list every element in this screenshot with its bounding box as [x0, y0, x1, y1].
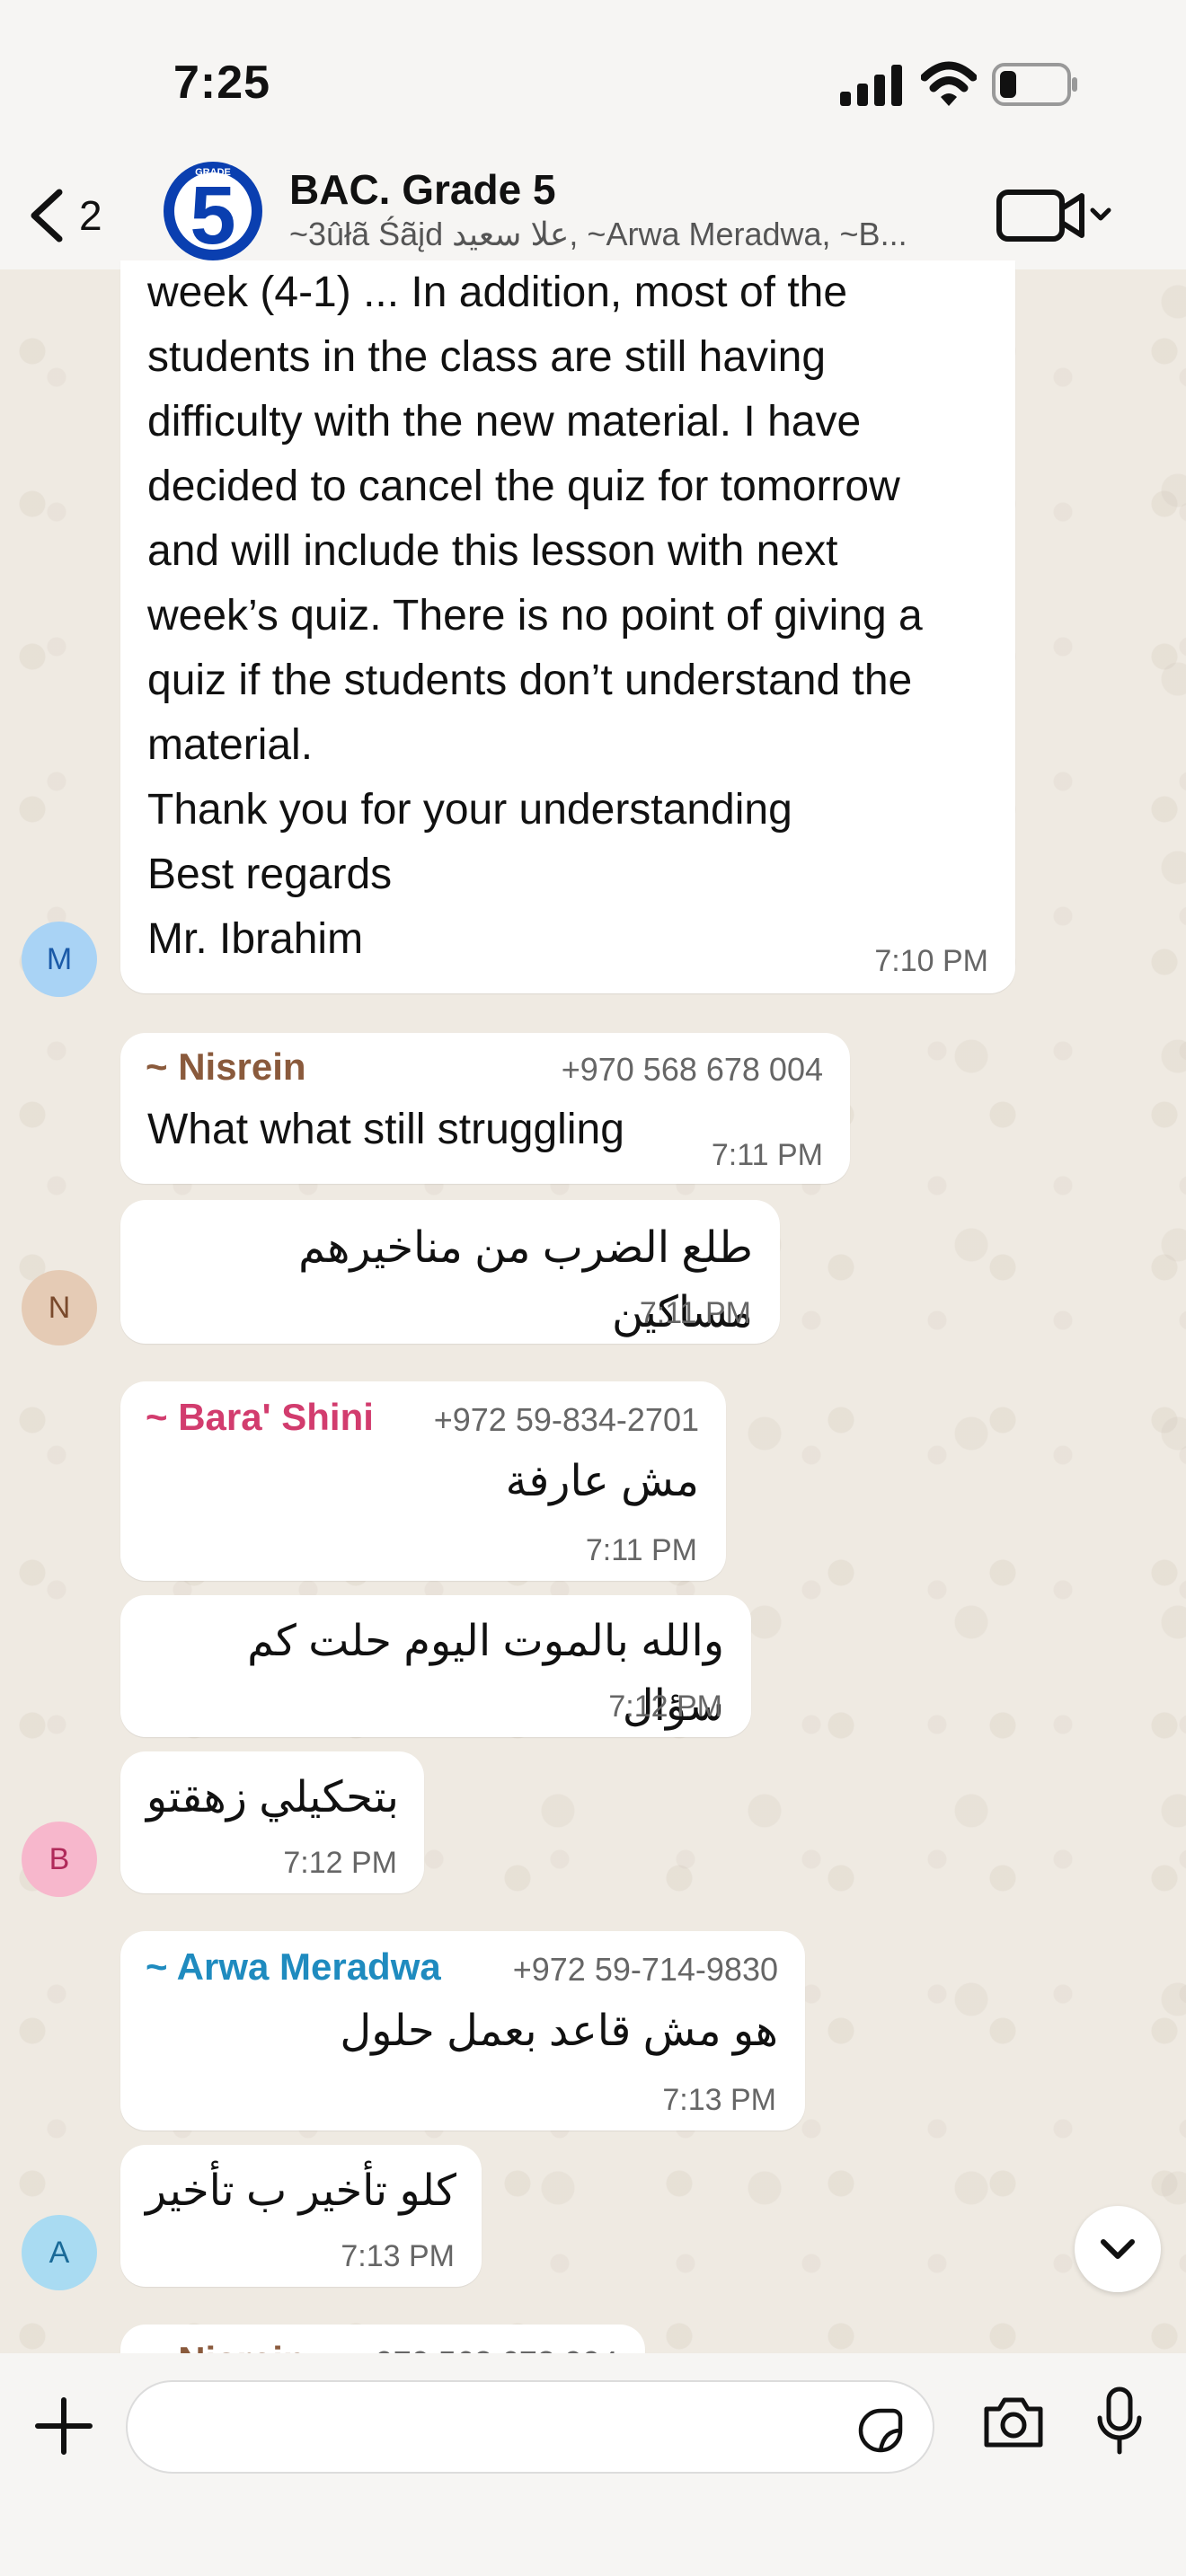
group-avatar[interactable]: 5 GRADE [164, 162, 262, 260]
cellular-signal-icon [840, 65, 902, 106]
unread-count: 2 [79, 192, 102, 239]
message-time: 7:13 PM [341, 2239, 455, 2273]
plus-icon[interactable] [32, 2395, 95, 2457]
message-text: مش عارفة [505, 1458, 699, 1505]
message-text: بتحكيلي زهقتو [146, 1774, 399, 1822]
avatar[interactable]: B [22, 1822, 97, 1897]
sender-name[interactable]: ~ Nisrein [146, 1045, 306, 1089]
status-time: 7:25 [173, 57, 271, 109]
message-time: 7:11 PM [585, 1533, 697, 1567]
message-text: كلو تأخير ب تأخير [146, 2167, 456, 2215]
chevron-down-icon [1090, 207, 1111, 221]
sticker-icon[interactable] [854, 2404, 907, 2457]
message-text: هو مش قاعد بعمل حلول [340, 2007, 778, 2055]
sender-phone: +972 59-834-2701 [433, 1401, 699, 1438]
chat-header: 2 5 GRADE BAC. Grade 5 ~3ûłã Śãįd علا سع… [0, 162, 1186, 269]
message-time: 7:11 PM [639, 1296, 751, 1330]
avatar[interactable]: M [22, 922, 97, 997]
sender-phone: +970 568 678 004 [561, 1051, 823, 1088]
message-time: 7:10 PM [874, 944, 988, 978]
message-bubble[interactable]: week (4-1) ... In addition, most of the … [120, 260, 1015, 993]
avatar-number: 5 [190, 170, 236, 260]
group-participants[interactable]: ~3ûłã Śãįd علا سعيد, ~Arwa Meradwa, ~B..… [289, 216, 936, 253]
microphone-icon[interactable] [1093, 2386, 1146, 2457]
message-text: What what still struggling [147, 1106, 624, 1153]
message-bubble[interactable]: ~ Arwa Meradwa +972 59-714-9830 هو مش قا… [120, 1931, 805, 2130]
message-bubble[interactable]: بتحكيلي زهقتو 7:12 PM [120, 1751, 424, 1893]
avatar[interactable]: A [22, 2215, 97, 2290]
message-composer [0, 2353, 1186, 2576]
sender-phone: +972 59-714-9830 [512, 1951, 778, 1988]
status-bar: 7:25 [0, 0, 1186, 162]
message-text: week (4-1) ... In addition, most of the … [147, 269, 923, 963]
message-time: 7:12 PM [283, 1846, 397, 1880]
back-button[interactable]: 2 [27, 180, 126, 251]
avatar[interactable]: N [22, 1270, 97, 1345]
message-input[interactable] [126, 2380, 934, 2474]
sender-name[interactable]: ~ Arwa Meradwa [146, 1945, 441, 1989]
chevron-down-icon [1101, 2239, 1135, 2259]
scroll-to-bottom-button[interactable] [1075, 2206, 1161, 2292]
message-bubble[interactable]: ~ Nisrein +970 568 678 004 What what sti… [120, 1033, 850, 1184]
sender-name[interactable]: ~ Bara' Shini [146, 1396, 374, 1439]
message-time: 7:12 PM [608, 1689, 722, 1724]
message-bubble[interactable]: طلع الضرب من مناخيرهم مساكين 7:11 PM [120, 1200, 780, 1344]
video-camera-icon [996, 190, 1084, 242]
group-title[interactable]: BAC. Grade 5 [289, 165, 556, 214]
message-bubble[interactable]: والله بالموت اليوم حلت كم سؤال 7:12 PM [120, 1595, 751, 1737]
message-bubble[interactable]: ~ Bara' Shini +972 59-834-2701 مش عارفة … [120, 1381, 726, 1581]
message-time: 7:13 PM [662, 2083, 776, 2117]
video-call-button[interactable] [996, 183, 1112, 246]
avatar-badge-text: GRADE [195, 167, 231, 178]
message-time: 7:11 PM [711, 1138, 823, 1172]
message-bubble[interactable]: كلو تأخير ب تأخير 7:13 PM [120, 2145, 482, 2287]
chevron-left-icon [31, 189, 63, 243]
wifi-icon [921, 61, 977, 106]
camera-icon[interactable] [981, 2393, 1046, 2450]
battery-icon [992, 63, 1077, 106]
